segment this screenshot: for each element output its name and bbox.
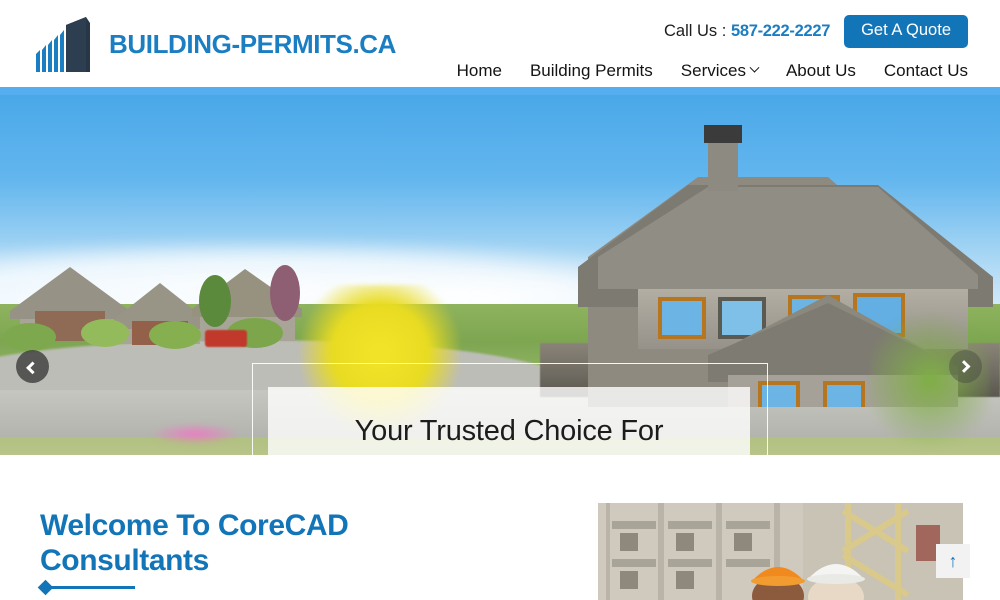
arrow-up-icon: ↑ xyxy=(948,551,958,571)
site-header: BUILDING-PERMITS.CA Call Us : 587-222-22… xyxy=(0,0,1000,87)
page-root: BUILDING-PERMITS.CA Call Us : 587-222-22… xyxy=(0,0,1000,600)
nav-item-about-us[interactable]: About Us xyxy=(786,61,856,81)
nav-label-about-us: About Us xyxy=(785,60,856,80)
scroll-to-top-button[interactable]: ↑ xyxy=(936,544,970,578)
logo-text: BUILDING-PERMITS.CA xyxy=(109,28,397,59)
nav-item-services[interactable]: Services xyxy=(680,60,760,81)
welcome-photo xyxy=(598,503,963,600)
phone-link[interactable]: 587-222-2227 xyxy=(731,22,830,40)
nav-item-building-permits[interactable]: Building Permits xyxy=(530,61,653,81)
carousel-next-button[interactable] xyxy=(949,350,982,383)
header-right-group: Call Us : 587-222-2227 Get A Quote Home … xyxy=(457,0,968,81)
nav-label-building-permits: Building Permits xyxy=(529,60,653,80)
heading-underline-decoration xyxy=(37,579,135,596)
header-divider xyxy=(0,87,1000,95)
chevron-down-icon xyxy=(749,62,760,73)
red-truck xyxy=(205,330,247,347)
nav-item-home[interactable]: Home xyxy=(457,61,502,81)
main-navigation: Home Building Permits Services About Us … xyxy=(457,61,968,81)
nav-label-services: Services xyxy=(680,60,746,80)
nav-label-contact-us: Contact Us xyxy=(883,60,968,80)
call-us-block: Call Us : 587-222-2227 xyxy=(664,22,830,41)
call-us-label: Call Us : xyxy=(664,21,727,40)
neighborhood-houses-illustration xyxy=(4,264,302,351)
chevron-left-icon xyxy=(26,361,39,375)
site-logo[interactable]: BUILDING-PERMITS.CA xyxy=(34,14,396,74)
hero-caption-line-1: Your Trusted Choice For xyxy=(354,414,664,447)
diamond-icon xyxy=(37,579,54,596)
hero-carousel: Your Trusted Choice For All Building Per… xyxy=(0,95,1000,455)
nav-item-contact-us[interactable]: Contact Us xyxy=(884,61,968,81)
hero-caption: Your Trusted Choice For All Building Per… xyxy=(268,387,750,455)
underline-rule xyxy=(49,586,135,589)
chevron-right-icon xyxy=(957,360,971,373)
construction-site-illustration xyxy=(598,503,963,600)
carousel-prev-button[interactable] xyxy=(16,350,49,383)
header-contact-row: Call Us : 587-222-2227 Get A Quote xyxy=(664,15,968,48)
get-a-quote-button[interactable]: Get A Quote xyxy=(844,15,968,48)
nav-label-home: Home xyxy=(456,60,502,80)
welcome-heading: Welcome To CoreCAD Consultants xyxy=(40,509,349,578)
building-logo-icon xyxy=(36,17,90,72)
pink-flowers xyxy=(150,423,240,445)
